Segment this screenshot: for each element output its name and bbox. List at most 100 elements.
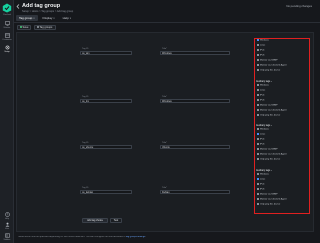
checkbox[interactable] [257, 203, 259, 205]
breadcrumb[interactable]: Setup > Hosts > Tag groups > Add tag gro… [22, 10, 73, 13]
checkbox[interactable] [257, 158, 259, 160]
aux-option[interactable]: Monitor via Checkmk Agent [257, 153, 287, 156]
checkbox[interactable] [257, 138, 259, 140]
aux-option[interactable]: Windows [257, 84, 269, 87]
checkbox[interactable] [257, 188, 259, 190]
checkbox[interactable] [257, 59, 259, 61]
user-icon [5, 222, 9, 227]
sidebar-item-monitor[interactable]: Monitor [0, 21, 14, 29]
aux-tags-title[interactable]: Auxiliary tags▾ [256, 169, 272, 172]
checkbox[interactable] [257, 173, 259, 175]
aux-option[interactable]: IPv4 [257, 138, 264, 141]
aux-option[interactable]: IPv6 [257, 54, 264, 57]
aux-option-label: Only ping this device [260, 69, 281, 72]
tag-id-label: Tag ID [82, 96, 89, 98]
aux-option[interactable]: IPv4 [257, 183, 264, 186]
checkbox[interactable] [257, 54, 259, 56]
aux-option[interactable]: IPv4 [257, 94, 264, 97]
aux-option[interactable]: Monitor via Checkmk Agent [257, 109, 287, 112]
checkbox[interactable] [257, 89, 259, 91]
checkbox[interactable] [257, 94, 259, 96]
help-icon: ? [4, 212, 10, 217]
checkbox[interactable] [257, 114, 259, 116]
checkmk-logo-icon[interactable] [2, 3, 12, 13]
pending-changes-status[interactable]: No pending changes [286, 4, 312, 8]
aux-option[interactable]: Monitor via Checkmk Agent [257, 198, 287, 201]
aux-option[interactable]: IPv6 [257, 143, 264, 146]
checkbox[interactable] [257, 143, 259, 145]
chevron-down-icon: ▾ [270, 170, 272, 172]
sidebar-item-help[interactable]: ? Help [0, 212, 14, 220]
checkbox[interactable] [257, 133, 259, 135]
aux-option[interactable]: Monitor via SNMP [257, 148, 278, 151]
aux-option[interactable]: Monitor via SNMP [257, 59, 278, 62]
tag-groups-button[interactable]: Tag groups [34, 25, 56, 30]
tag-id-input[interactable]: os_ubuntu [80, 145, 132, 149]
aux-option[interactable]: IPv6 [257, 99, 264, 102]
tab-label: Tag group [19, 16, 33, 20]
save-icon [19, 26, 22, 29]
aux-option-label: IPv4 [260, 138, 265, 141]
checkbox[interactable] [257, 183, 259, 185]
tab-tag-group[interactable]: Tag group▾ [16, 15, 38, 21]
aux-option[interactable]: Windows [257, 173, 269, 176]
add-tag-choice-button[interactable]: Add tag choice [82, 218, 108, 223]
aux-option[interactable]: Linux [257, 133, 265, 136]
aux-option[interactable]: Only ping this device [257, 114, 280, 117]
tag-id-label: Tag ID [82, 187, 89, 189]
checkbox[interactable] [257, 84, 259, 86]
sidebar-item-setup[interactable]: Setup [0, 45, 14, 53]
checkbox[interactable] [257, 148, 259, 150]
checkbox[interactable] [257, 178, 259, 180]
aux-option[interactable]: Only ping this device [257, 69, 280, 72]
sidebar-item-user[interactable]: User [0, 222, 14, 230]
back-arrow-icon[interactable] [16, 4, 20, 9]
aux-option-label: Linux [260, 44, 266, 47]
title-input[interactable]: Windows [160, 99, 230, 103]
checkbox[interactable] [257, 69, 259, 71]
tag-id-input[interactable]: os_win [80, 51, 132, 55]
aux-option[interactable]: IPv4 [257, 49, 264, 52]
checkbox[interactable] [257, 193, 259, 195]
aux-option[interactable]: Windows [257, 128, 269, 131]
checkbox[interactable] [257, 39, 259, 41]
sidebar-item-sidebar[interactable]: Sidebar [0, 233, 14, 241]
aux-option[interactable]: Monitor via SNMP [257, 104, 278, 107]
aux-option[interactable]: Linux [257, 44, 265, 47]
aux-option[interactable]: Linux [257, 89, 265, 92]
tag-id-input[interactable]: os_lnx [80, 99, 132, 103]
checkbox[interactable] [257, 64, 259, 66]
save-button[interactable]: Save [17, 25, 31, 30]
title-input[interactable]: Debian [160, 190, 230, 194]
checkbox[interactable] [257, 104, 259, 106]
tab-help[interactable]: Help▾ [60, 15, 74, 21]
aux-option[interactable]: IPv6 [257, 188, 264, 191]
checkbox[interactable] [257, 198, 259, 200]
aux-option[interactable]: Linux [257, 178, 265, 181]
aux-option-label: IPv6 [260, 143, 265, 146]
tag-id-input[interactable]: os_debian [80, 190, 132, 194]
title-input[interactable]: Windows [160, 51, 230, 55]
tab-label: Help [62, 16, 69, 20]
aux-option[interactable]: Monitor via Checkmk Agent [257, 64, 287, 67]
test-button[interactable]: Test [110, 218, 122, 223]
aux-option-label: IPv6 [260, 188, 265, 191]
checkbox[interactable] [257, 99, 259, 101]
aux-option-label: Only ping this device [260, 203, 281, 206]
checkbox[interactable] [257, 109, 259, 111]
sidebar-item-customize[interactable]: Customize [0, 33, 14, 41]
aux-option-label: Monitor via SNMP [260, 148, 278, 151]
checkbox[interactable] [257, 44, 259, 46]
aux-option[interactable]: Windows [257, 39, 269, 42]
aux-option[interactable]: Monitor via SNMP [257, 193, 278, 196]
aux-tags-title[interactable]: Auxiliary tags▾ [256, 124, 272, 127]
checkbox[interactable] [257, 128, 259, 130]
tab-display[interactable]: Display▾ [40, 15, 58, 21]
checkbox[interactable] [257, 153, 259, 155]
checkbox[interactable] [257, 49, 259, 51]
aux-option[interactable]: Only ping this device [257, 158, 280, 161]
aux-tags-title[interactable]: Auxiliary tags▾ [256, 80, 272, 83]
title-input[interactable]: Ubuntu [160, 145, 230, 149]
tag-groups-settings-link[interactable]: tag groups settings [126, 236, 145, 238]
aux-option[interactable]: Only ping this device [257, 203, 280, 206]
